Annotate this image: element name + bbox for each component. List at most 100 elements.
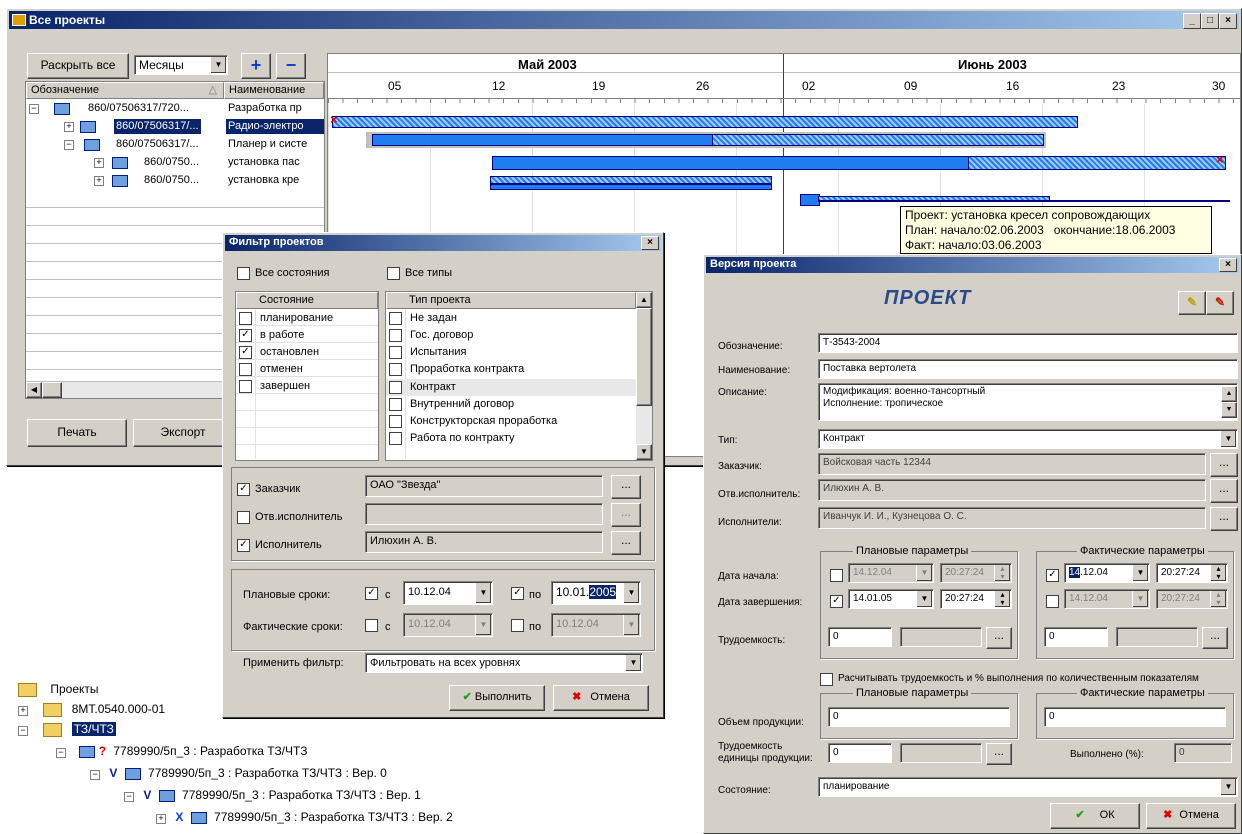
resp-browse-button[interactable]: ... [611,503,641,527]
col-name-header[interactable]: Наименование [224,82,324,99]
fact-end-date[interactable]: 14.12.04 ▼ [1064,589,1150,609]
print-button[interactable]: Печать [27,419,127,447]
type-checkbox[interactable] [389,346,402,359]
fact-to-date[interactable]: 10.12.04 ▼ [551,613,641,637]
desc-textarea[interactable]: Модификация: военно-тансортный Исполнени… [818,383,1238,421]
cancel-button[interactable]: ✖ Отмена [553,685,649,711]
plan-from-checkbox[interactable]: ✓ [365,587,378,600]
fact-to-checkbox[interactable] [511,619,524,632]
gantt-bar[interactable] [372,134,714,146]
plan-end-checkbox[interactable]: ✓ [830,595,843,608]
spinner-icon[interactable]: ▴ ▾ [994,591,1010,607]
scroll-left-icon[interactable]: ◀ [26,382,42,398]
gantt-bar[interactable] [712,134,1044,146]
fact-from-date[interactable]: 10.12.04 ▼ [403,613,493,637]
collapse-icon[interactable]: − [29,104,39,114]
chevron-down-icon[interactable]: ▼ [916,591,932,607]
resp-browse-button[interactable]: ... [1210,479,1238,503]
execute-button[interactable]: ✔ Выполнить [449,685,545,711]
state-checkbox[interactable]: ✓ [239,329,252,342]
scroll-down-icon[interactable]: ▼ [636,444,652,460]
tree-item[interactable]: − ТЗ/ЧТЗ [18,722,116,737]
collapse-icon[interactable]: − [56,748,66,758]
col-designation-header[interactable]: Обозначение △ [26,82,224,99]
fact-end-time[interactable]: 20:27:24 ▴ ▾ [1156,589,1228,609]
expand-icon[interactable]: + [156,814,166,824]
expand-icon[interactable]: + [94,158,104,168]
type-checkbox[interactable] [389,381,402,394]
fact-volume-input[interactable]: 0 [1044,707,1226,727]
plan-labor-input[interactable]: 0 [828,627,892,647]
spinner-icon[interactable]: ▴ ▾ [994,565,1010,581]
fact-start-date[interactable]: 14.12.04 ▼ [1064,563,1150,583]
maximize-icon[interactable]: □ [1201,13,1219,29]
customer-browse-button[interactable]: ... [1210,453,1238,477]
spinner-icon[interactable]: ▴ ▾ [1210,591,1226,607]
state-checkbox[interactable] [239,363,252,376]
types-scrollbar[interactable]: ▲ ▼ [636,292,652,460]
state-checkbox[interactable] [239,312,252,325]
plan-start-date[interactable]: 14.12.04 ▼ [848,563,934,583]
executors-browse-button[interactable]: ... [1210,507,1238,531]
name-input[interactable]: Поставка вертолета [818,359,1238,379]
plan-end-date[interactable]: 14.01.05 ▼ [848,589,934,609]
plan-start-checkbox[interactable] [830,569,843,582]
state-select[interactable]: планирование ▼ [818,777,1238,797]
expand-icon[interactable]: + [18,706,28,716]
chevron-down-icon[interactable]: ▼ [1132,565,1148,581]
unit-labor-browse-button[interactable]: ... [986,743,1012,765]
table-row[interactable]: + 860/07506317/... Радио-электро [26,118,324,135]
fact-from-checkbox[interactable] [365,619,378,632]
apply-select[interactable]: Фильтровать на всех уровнях ▼ [365,653,643,673]
unit-labor-input[interactable]: 0 [828,743,892,763]
collapse-icon[interactable]: − [18,726,28,736]
edit-icon-1[interactable]: ✎ [1178,291,1206,315]
chevron-down-icon[interactable]: ▼ [623,583,639,603]
chevron-down-icon[interactable]: ▼ [623,615,639,635]
tree-root[interactable]: Проекты [18,682,99,697]
plan-labor-unit[interactable] [900,627,982,647]
scroll-up-icon[interactable]: ▲ [1221,386,1237,402]
resp-field[interactable]: Илюхин А. В. [818,479,1206,501]
executors-field[interactable]: Иванчук И. И., Кузнецова О. С. [818,507,1206,529]
close-icon[interactable]: × [1219,258,1237,272]
executor-checkbox[interactable]: ✓ [237,539,250,552]
chevron-down-icon[interactable]: ▼ [210,57,226,73]
resp-field[interactable] [365,503,603,525]
customer-browse-button[interactable]: ... [611,475,641,499]
all-states-checkbox[interactable] [237,267,250,280]
type-checkbox[interactable] [389,432,402,445]
add-button[interactable]: + [241,53,271,79]
edit-icon-2[interactable]: ✎ [1206,291,1234,315]
fact-labor-unit[interactable] [1116,627,1198,647]
table-row[interactable]: − 860/07506317/720... Разработка пр [26,100,324,117]
plan-end-time[interactable]: 20:27:24 ▴ ▾ [940,589,1012,609]
plan-to-checkbox[interactable]: ✓ [511,587,524,600]
customer-field[interactable]: ОАО "Звезда" [365,475,603,497]
export-button[interactable]: Экспорт [133,419,233,447]
gantt-bar[interactable] [332,116,1078,128]
designation-input[interactable]: Т-3543-2004 [818,333,1238,353]
table-row[interactable]: + 860/0750... установка кре [26,172,324,189]
expand-icon[interactable]: + [64,122,74,132]
chevron-down-icon[interactable]: ▼ [1220,779,1236,795]
unit-labor-unit[interactable] [900,743,982,763]
type-checkbox[interactable] [389,363,402,376]
table-row[interactable]: − 860/07506317/... Планер и систе [26,136,324,153]
scroll-thumb[interactable] [636,308,652,406]
chevron-down-icon[interactable]: ▼ [475,583,491,603]
cancel-button[interactable]: ✖ Отмена [1146,803,1236,829]
customer-checkbox[interactable]: ✓ [237,483,250,496]
fact-start-checkbox[interactable]: ✓ [1046,569,1059,582]
calc-checkbox[interactable] [820,673,833,686]
spinner-icon[interactable]: ▴ ▾ [1210,565,1226,581]
tree-sub-1[interactable]: − ? 7789990/5п_3 : Разработка ТЗ/ЧТЗ [56,744,307,758]
gantt-bar[interactable] [968,156,1226,170]
collapse-icon[interactable]: − [64,140,74,150]
executor-field[interactable]: Илюхин А. В. [365,531,603,553]
expand-icon[interactable]: + [94,176,104,186]
plan-to-date[interactable]: 10.01.2005 ▼ [551,581,641,605]
collapse-icon[interactable]: − [90,770,100,780]
plan-from-date[interactable]: 10.12.04 ▼ [403,581,493,605]
type-checkbox[interactable] [389,398,402,411]
